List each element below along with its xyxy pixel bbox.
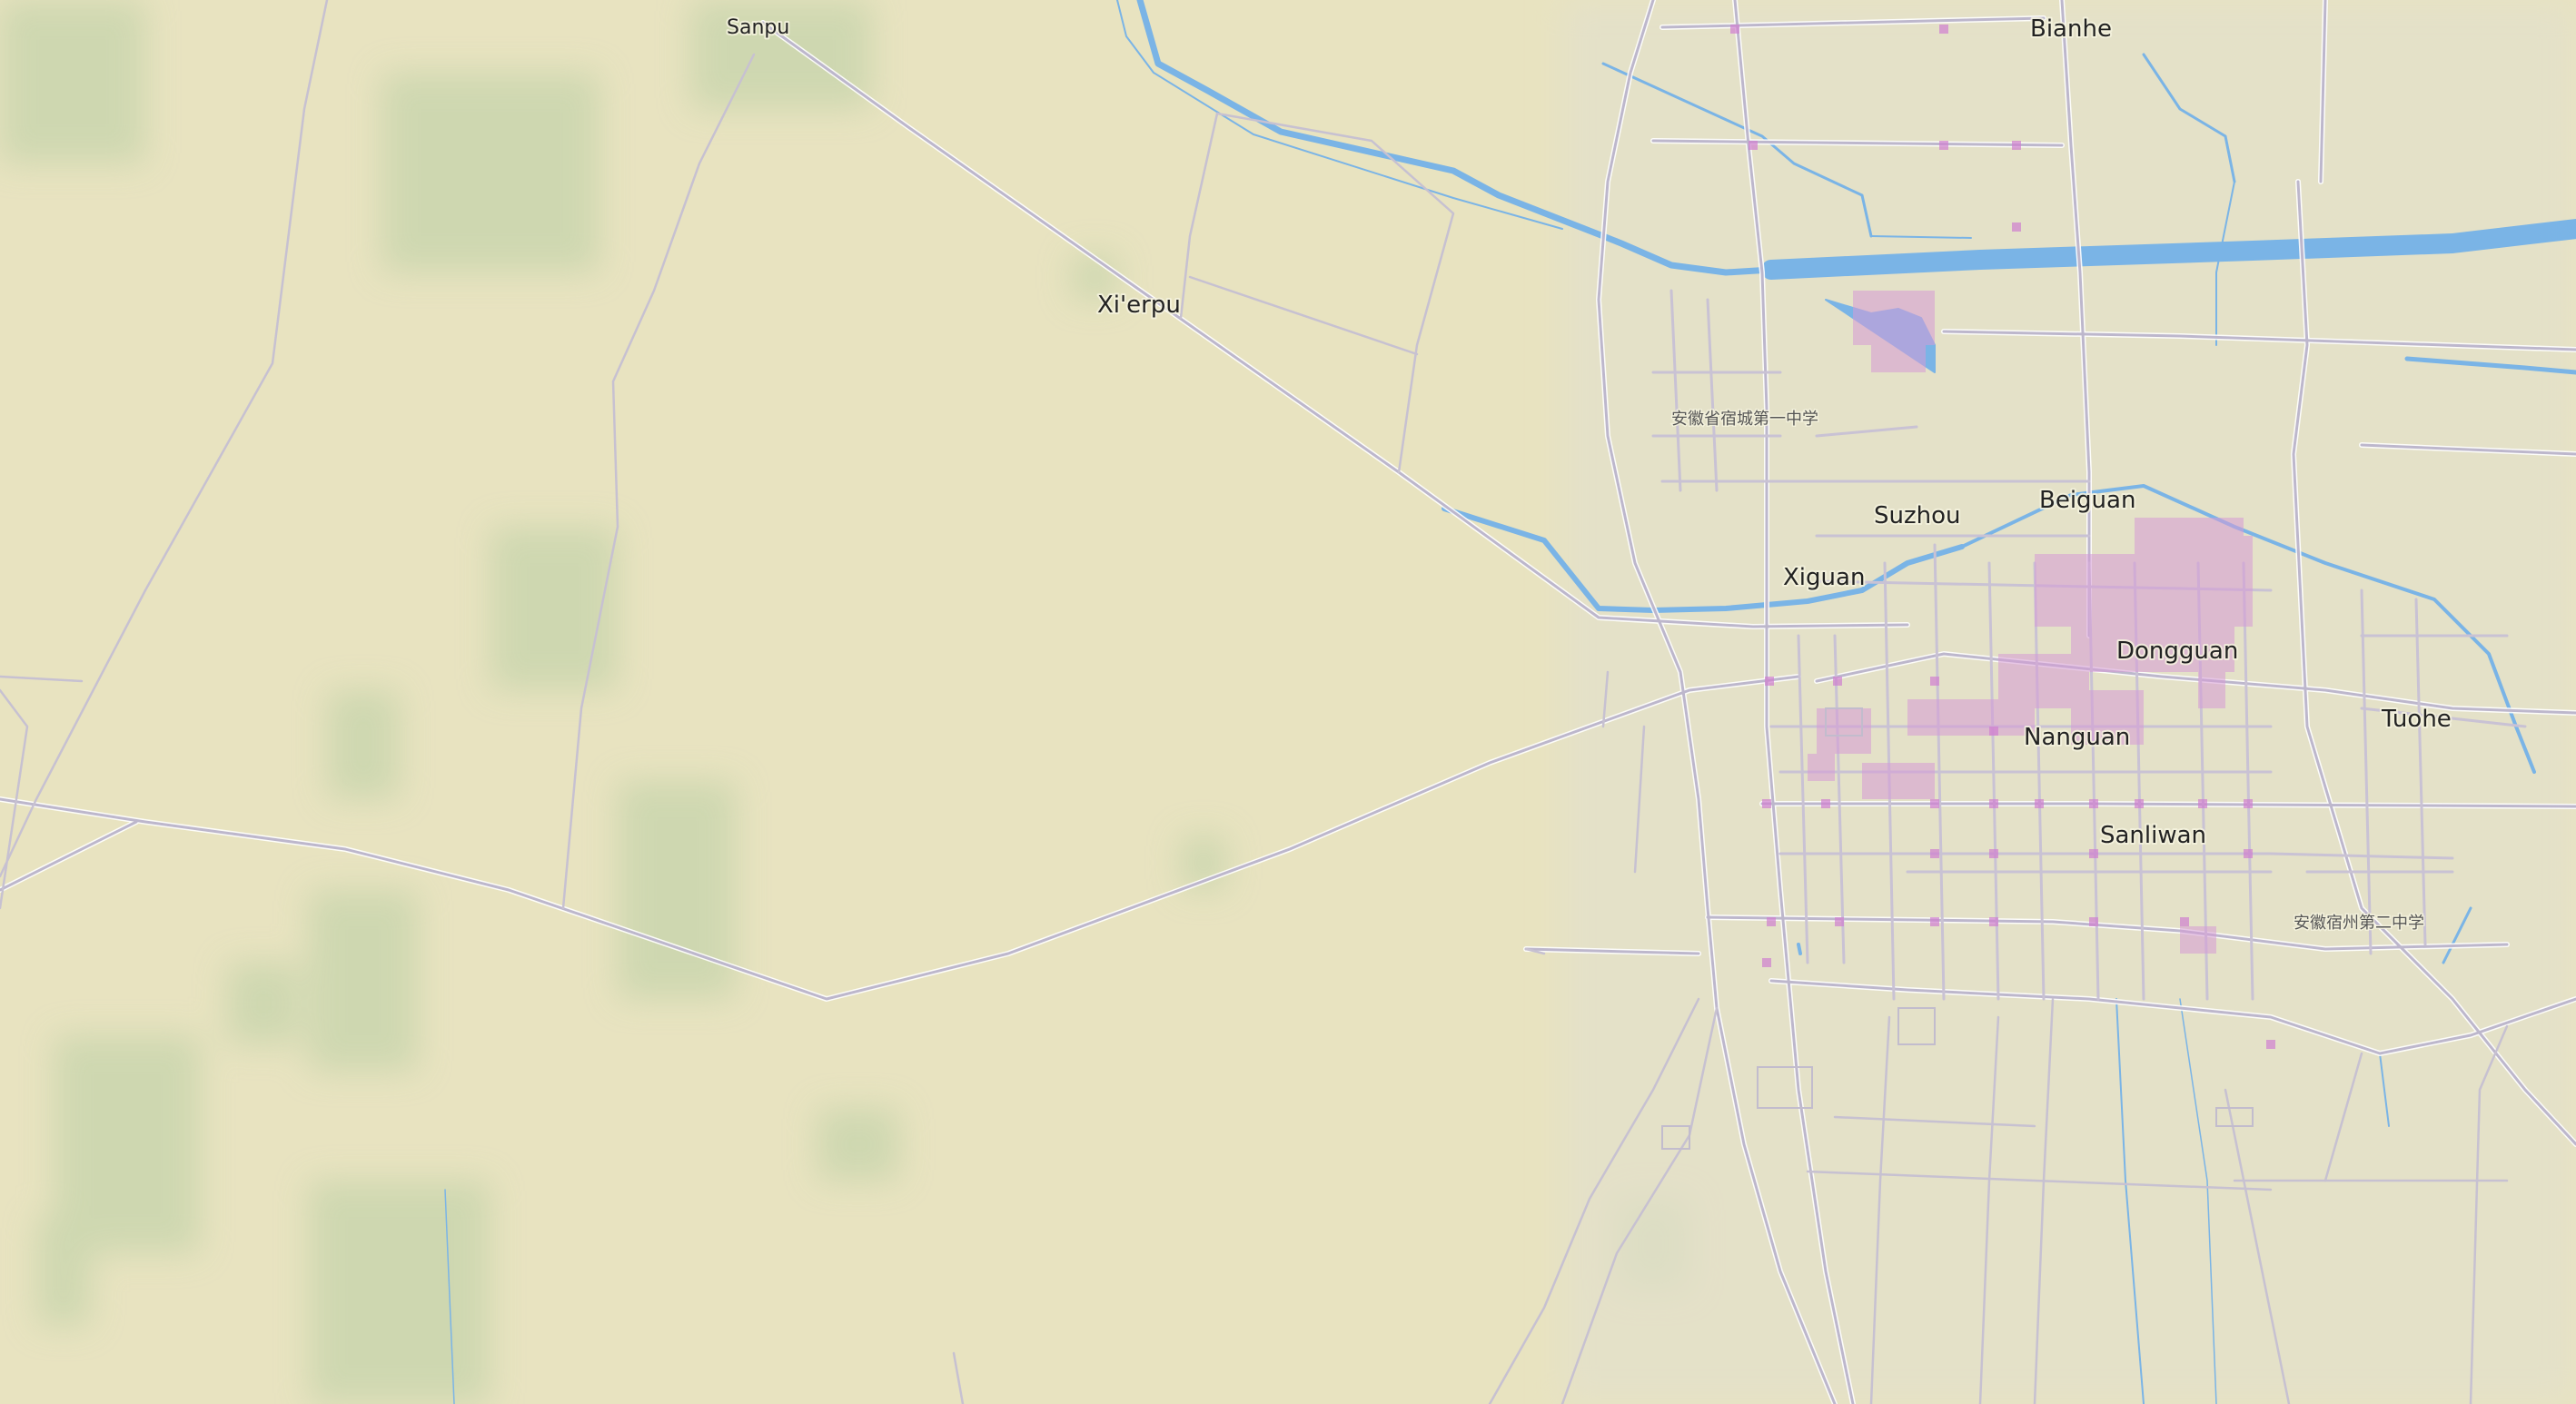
map-svg[interactable] bbox=[0, 0, 2576, 1404]
map-canvas[interactable]: Sanpu Xi'erpu Bianhe Suzhou Beiguan Xigu… bbox=[0, 0, 2576, 1404]
